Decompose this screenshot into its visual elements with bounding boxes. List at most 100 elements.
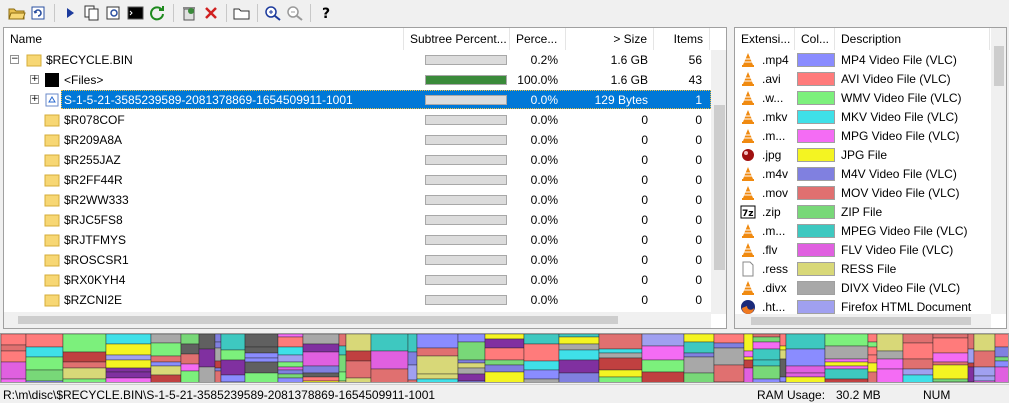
extension-row[interactable]: .w... WMV Video File (VLC) bbox=[735, 88, 991, 108]
treemap-tile[interactable] bbox=[457, 380, 486, 383]
zoom-out-icon[interactable] bbox=[284, 2, 306, 24]
treemap-tile[interactable] bbox=[1, 344, 27, 352]
treemap-tile[interactable] bbox=[994, 360, 1009, 368]
treemap-tile[interactable] bbox=[523, 378, 560, 383]
treemap-tile[interactable] bbox=[967, 348, 975, 364]
zoom-in-icon[interactable] bbox=[262, 2, 284, 24]
expand-toggle-icon[interactable]: + bbox=[30, 95, 39, 104]
treemap-tile[interactable] bbox=[338, 334, 347, 347]
treemap-tile[interactable] bbox=[62, 361, 107, 369]
treemap-tile[interactable] bbox=[338, 371, 347, 382]
treemap-tile[interactable] bbox=[244, 346, 279, 354]
tree-row[interactable]: + S-1-5-21-3585239589-2081378869-16545099… bbox=[4, 90, 711, 110]
treemap-tile[interactable] bbox=[824, 345, 869, 360]
treemap-tile[interactable] bbox=[277, 361, 304, 368]
treemap-tile[interactable] bbox=[779, 334, 787, 347]
treemap-tile[interactable] bbox=[779, 381, 787, 383]
treemap-tile[interactable] bbox=[558, 349, 600, 361]
treemap-tile[interactable] bbox=[150, 361, 182, 367]
treemap-tile[interactable] bbox=[641, 334, 685, 347]
treemap-tile[interactable] bbox=[180, 363, 200, 372]
treemap-tile[interactable] bbox=[338, 345, 347, 356]
treemap-tile[interactable] bbox=[752, 365, 781, 380]
treemap-tile[interactable] bbox=[150, 355, 182, 363]
scroll-thumb[interactable] bbox=[751, 317, 971, 325]
treemap-tile[interactable] bbox=[523, 343, 560, 362]
tree-row[interactable]: − $RECYCLE.BIN 0.2% 1.6 GB 56 bbox=[4, 50, 711, 70]
treemap-tile[interactable] bbox=[824, 358, 869, 363]
treemap-tile[interactable] bbox=[244, 361, 279, 374]
tree-row[interactable]: $R078COF 0.0% 0 0 bbox=[4, 110, 711, 130]
treemap-tile[interactable] bbox=[180, 334, 200, 345]
treemap-tile[interactable] bbox=[220, 334, 246, 351]
treemap-tile[interactable] bbox=[105, 334, 152, 345]
treemap-tile[interactable] bbox=[752, 336, 781, 343]
tree-row[interactable]: $ROSCSR1 0.0% 0 0 bbox=[4, 250, 711, 270]
treemap-tile[interactable] bbox=[407, 364, 418, 381]
treemap-tile[interactable] bbox=[302, 365, 340, 374]
scroll-thumb[interactable] bbox=[714, 105, 725, 270]
treemap-tile[interactable] bbox=[523, 360, 560, 371]
treemap-tile[interactable] bbox=[25, 346, 64, 358]
treemap-tile[interactable] bbox=[867, 341, 878, 348]
play-icon[interactable] bbox=[59, 2, 81, 24]
treemap-tile[interactable] bbox=[743, 334, 754, 352]
treemap-tile[interactable] bbox=[214, 367, 222, 372]
treemap-tile[interactable] bbox=[743, 356, 754, 361]
treemap-tile[interactable] bbox=[932, 352, 969, 363]
treemap-tile[interactable] bbox=[457, 359, 486, 364]
treemap-tile[interactable] bbox=[484, 359, 525, 366]
treemap-tile[interactable] bbox=[302, 343, 340, 353]
treemap-tile[interactable] bbox=[967, 362, 975, 368]
treemap-tile[interactable] bbox=[105, 343, 152, 356]
treemap-tile[interactable] bbox=[370, 334, 409, 352]
treemap-tile[interactable] bbox=[62, 378, 107, 383]
treemap-tile[interactable] bbox=[683, 356, 715, 374]
treemap-tile[interactable] bbox=[345, 377, 372, 383]
treemap-tile[interactable] bbox=[370, 350, 409, 370]
column-header-name[interactable]: Name bbox=[4, 28, 404, 50]
treemap-tile[interactable] bbox=[180, 370, 200, 383]
treemap-tile[interactable] bbox=[220, 349, 246, 361]
treemap-tile[interactable] bbox=[785, 334, 826, 350]
treemap-tile[interactable] bbox=[752, 359, 781, 367]
treemap-tile[interactable] bbox=[867, 371, 878, 383]
treemap-tile[interactable] bbox=[244, 372, 279, 383]
column-header-description[interactable]: Description bbox=[835, 28, 990, 50]
treemap-tile[interactable] bbox=[302, 334, 340, 345]
treemap-tile[interactable] bbox=[558, 359, 600, 374]
scroll-thumb[interactable] bbox=[18, 316, 618, 324]
treemap-tile[interactable] bbox=[779, 349, 787, 360]
extension-row[interactable]: .divx DIVX Video File (VLC) bbox=[735, 278, 991, 298]
clean-icon[interactable] bbox=[178, 2, 200, 24]
treemap-tile[interactable] bbox=[484, 334, 525, 340]
tree-row[interactable]: $RJC5FS8 0.0% 0 0 bbox=[4, 210, 711, 230]
help-icon[interactable]: ? bbox=[315, 2, 337, 24]
column-header-percent[interactable]: Perce... bbox=[510, 28, 566, 50]
treemap-tile[interactable] bbox=[824, 378, 869, 383]
treemap-tile[interactable] bbox=[198, 334, 216, 350]
treemap-tile[interactable] bbox=[902, 358, 934, 370]
treemap-tile[interactable] bbox=[302, 372, 340, 378]
treemap-tile[interactable] bbox=[214, 334, 222, 343]
treemap-tile[interactable] bbox=[598, 357, 643, 371]
treemap-tile[interactable] bbox=[1, 378, 27, 383]
treemap-tile[interactable] bbox=[277, 369, 304, 375]
tree-row[interactable]: + <Files> 100.0% 1.6 GB 43 bbox=[4, 70, 711, 90]
treemap-tile[interactable] bbox=[785, 372, 826, 378]
treemap-tile[interactable] bbox=[407, 379, 418, 383]
treemap-tile[interactable] bbox=[214, 370, 222, 383]
treemap-tile[interactable] bbox=[779, 345, 787, 351]
extension-vertical-scrollbar[interactable] bbox=[991, 28, 1006, 314]
treemap-tile[interactable] bbox=[25, 380, 64, 383]
treemap-tile[interactable] bbox=[214, 341, 222, 349]
treemap-tile[interactable] bbox=[345, 350, 372, 362]
treemap-tile[interactable] bbox=[277, 346, 304, 356]
refresh-icon[interactable] bbox=[28, 2, 50, 24]
expand-toggle-icon[interactable]: + bbox=[30, 75, 39, 84]
tree-row[interactable]: $R209A8A 0.0% 0 0 bbox=[4, 130, 711, 150]
treemap-tile[interactable] bbox=[779, 376, 787, 382]
tree-row[interactable]: $RJTFMYS 0.0% 0 0 bbox=[4, 230, 711, 250]
extension-row[interactable]: .m4v M4V Video File (VLC) bbox=[735, 164, 991, 184]
treemap-tile[interactable] bbox=[558, 343, 600, 351]
